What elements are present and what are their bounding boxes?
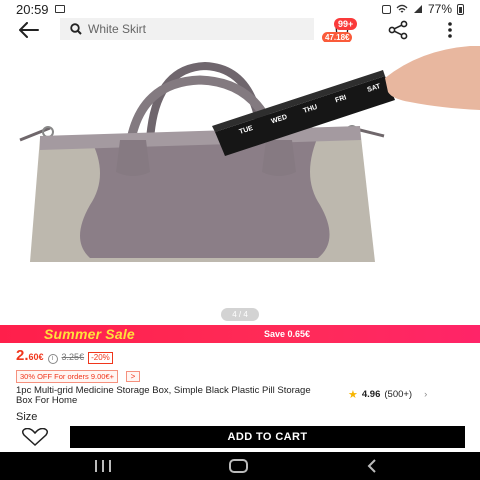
wifi-icon [396,4,408,13]
hand [385,46,480,110]
status-time: 20:59 [16,1,49,17]
system-back-button[interactable] [364,458,380,474]
discount-badge: -20% [88,352,113,364]
heart-icon [21,428,49,446]
product-photo: TUEWEDTHUFRISAT [19,46,480,262]
coupon-tag[interactable]: 30% OFF For orders 9.00€+ [16,370,118,383]
gallery-notification-icon [54,5,65,13]
system-nav-bar [0,452,480,480]
search-query: White Skirt [88,22,147,36]
original-price: 3.25€ [61,352,85,362]
recent-apps-button[interactable] [95,460,111,472]
current-price-integer: 2. [16,347,29,364]
bag-tab-right [262,140,296,176]
search-icon [70,23,82,35]
image-indicator: 4 / 4 [221,308,259,321]
title-row: 1pc Multi-grid Medicine Storage Box, Sim… [16,386,464,408]
battery-text: 77% [427,2,452,16]
current-price-cents: 60€ [28,352,44,362]
info-icon[interactable]: i [47,353,58,364]
home-button[interactable] [229,459,248,473]
current-price: 2.60€ [16,347,44,364]
wishlist-button[interactable] [20,428,50,446]
signal-icon [413,5,422,13]
status-bar: 20:59 77% [0,0,480,18]
alarm-icon [381,4,391,14]
sale-banner[interactable]: Summer Sale Save 0.65€ [0,325,480,343]
chevron-right-icon: › [424,389,428,400]
add-to-cart-button[interactable]: ADD TO CART [70,426,465,448]
back-button[interactable] [16,18,42,42]
search-input[interactable]: White Skirt [60,18,314,40]
rating-score: 4.96 [361,389,381,400]
product-title: 1pc Multi-grid Medicine Storage Box, Sim… [16,385,311,406]
bag-tab-left [116,140,150,176]
status-right: 77% [381,2,464,16]
price-row: 2.60€ i 3.25€ -20% [16,347,113,365]
size-label: Size [16,411,38,423]
cart-count-badge: 99+ [334,18,358,30]
more-options-button[interactable] [438,18,462,42]
back-arrow-icon [19,22,39,38]
share-icon [388,20,408,40]
share-button[interactable] [386,18,410,42]
coupon-row: 30% OFF For orders 9.00€+ > [16,370,140,383]
star-icon: ★ [348,389,358,401]
product-image[interactable]: TUE WED THU FRI SAT [0,42,480,322]
sale-save-amount: Save 0.65€ [264,329,311,339]
sale-title: Summer Sale [44,326,135,342]
coupon-chevron-icon[interactable]: > [126,371,140,382]
top-nav: White Skirt 99+ 47.18€ [0,18,480,43]
battery-icon [457,3,464,15]
more-vertical-icon [448,22,452,38]
rating-summary[interactable]: ★ 4.96 (500+) › [348,388,427,401]
review-count: (500+) [384,389,413,400]
